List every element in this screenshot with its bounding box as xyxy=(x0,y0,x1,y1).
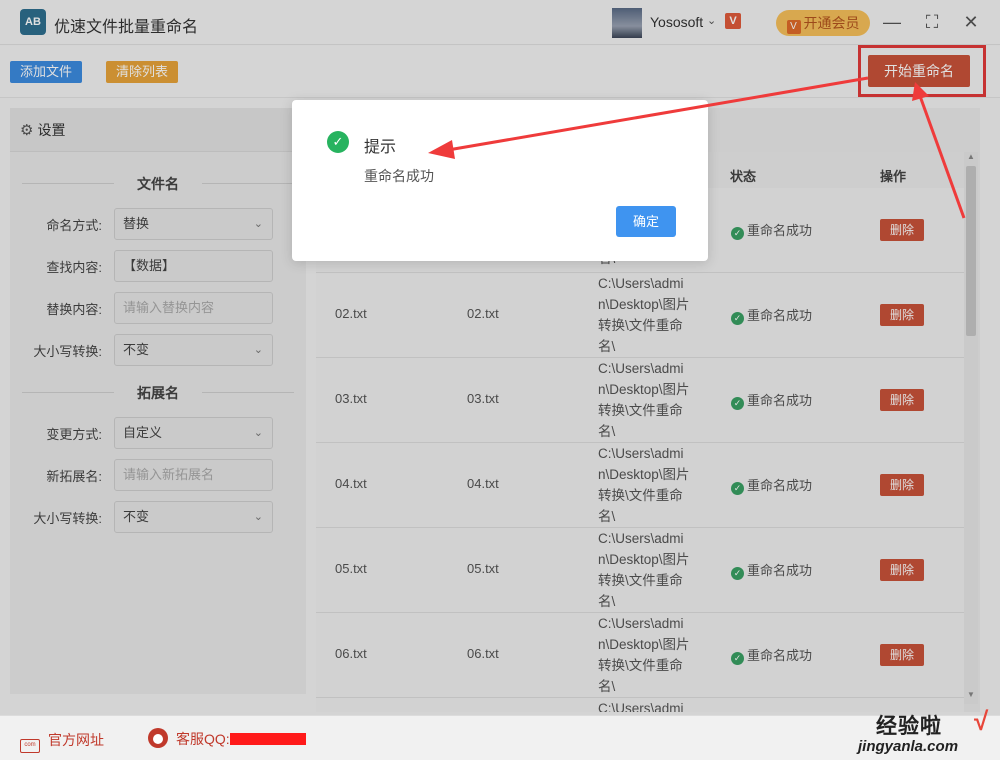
support-qq-label: 客服QQ: xyxy=(176,731,230,747)
support-qq-link[interactable]: 客服QQ: xyxy=(148,728,306,749)
dialog-title: 提示 xyxy=(364,139,397,156)
official-site-link[interactable]: com 官方网址 xyxy=(20,730,104,753)
website-icon: com xyxy=(20,739,40,753)
success-dialog: ✓ 提示 重命名成功 确定 xyxy=(292,100,708,261)
official-site-label: 官方网址 xyxy=(48,732,104,748)
dialog-message: 重命名成功 xyxy=(364,168,434,184)
watermark-url: jingyanla.com xyxy=(858,738,959,755)
success-check-icon: ✓ xyxy=(327,131,349,153)
watermark: 经验啦 √ jingyanla.com xyxy=(850,706,1000,760)
dialog-confirm-button[interactable]: 确定 xyxy=(616,206,676,237)
checkmark-icon: √ xyxy=(974,706,989,736)
watermark-text: 经验啦 xyxy=(876,715,942,738)
support-agent-icon xyxy=(148,728,168,748)
redacted-qq-number xyxy=(229,733,306,745)
